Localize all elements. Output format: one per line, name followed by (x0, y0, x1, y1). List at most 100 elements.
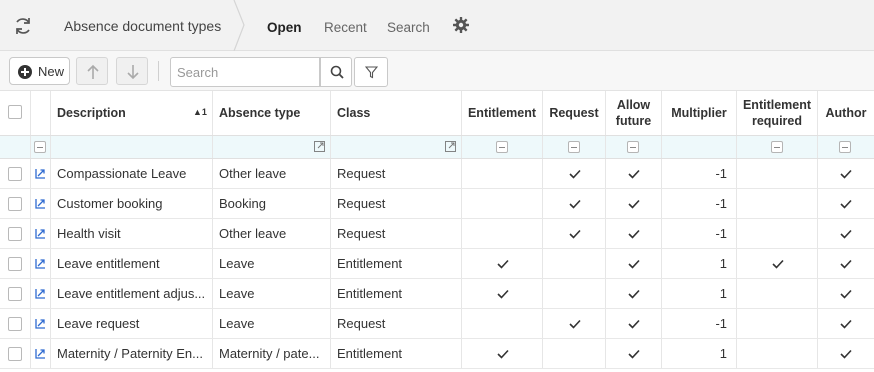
new-button[interactable]: New (9, 57, 70, 85)
cell-class: Request (331, 219, 462, 248)
open-record-icon[interactable] (35, 318, 46, 329)
grid-filter-row (0, 136, 874, 159)
arrow-down-icon (127, 65, 139, 80)
table-row[interactable]: Leave entitlement adjus... Leave Entitleme… (0, 279, 874, 309)
cell-description: Leave entitlement (51, 249, 213, 278)
table-row[interactable]: Leave request Leave Request -1 (0, 309, 874, 339)
column-header-author[interactable]: Author (818, 91, 874, 135)
cell-absence-type: Booking (213, 189, 331, 218)
open-record-icon[interactable] (35, 168, 46, 179)
cell-absence-type: Maternity / pate... (213, 339, 331, 368)
filter-cell-description[interactable] (51, 136, 213, 158)
table-row[interactable]: Leave entitlement Leave Entitlement 1 (0, 249, 874, 279)
cell-class: Entitlement (331, 249, 462, 278)
tab-search[interactable]: Search (387, 20, 430, 35)
lookup-icon[interactable] (445, 141, 456, 152)
cell-allow-future (606, 309, 662, 338)
row-select-checkbox[interactable] (8, 227, 22, 241)
filter-toggle-author[interactable] (839, 141, 851, 153)
cell-request (543, 249, 606, 278)
cell-author (818, 249, 874, 278)
open-record-icon[interactable] (35, 288, 46, 299)
cell-class: Request (331, 309, 462, 338)
cell-entitlement (462, 279, 543, 308)
row-select-checkbox[interactable] (8, 167, 22, 181)
filter-cell-class[interactable] (331, 136, 462, 158)
check-icon (628, 349, 640, 359)
row-select-checkbox[interactable] (8, 257, 22, 271)
check-icon (628, 229, 640, 239)
tab-open[interactable]: Open (267, 20, 302, 35)
column-header-description[interactable]: Description ▲1 (51, 91, 213, 135)
filter-cell-multiplier[interactable] (662, 136, 737, 158)
lookup-icon[interactable] (314, 141, 325, 152)
open-record-icon[interactable] (35, 348, 46, 359)
column-header-allow-future[interactable]: Allow future (606, 91, 662, 135)
cell-multiplier: -1 (662, 189, 737, 218)
search-icon (330, 65, 344, 79)
check-icon (628, 199, 640, 209)
filter-toggle-rows[interactable] (34, 141, 46, 153)
cell-absence-type: Leave (213, 249, 331, 278)
row-select-checkbox[interactable] (8, 287, 22, 301)
open-record-icon[interactable] (35, 198, 46, 209)
column-header-multiplier[interactable]: Multiplier (662, 91, 737, 135)
check-icon (840, 229, 852, 239)
check-icon (497, 349, 509, 359)
cell-absence-type: Leave (213, 279, 331, 308)
table-row[interactable]: Health visit Other leave Request -1 (0, 219, 874, 249)
tab-recent[interactable]: Recent (324, 20, 367, 35)
cell-author (818, 159, 874, 188)
cell-entitlement-required (737, 249, 818, 278)
open-record-icon[interactable] (35, 228, 46, 239)
gear-icon[interactable] (452, 16, 470, 34)
filter-toggle-entitlement[interactable] (496, 141, 508, 153)
check-icon (569, 229, 581, 239)
cell-description: Leave entitlement adjus... (51, 279, 213, 308)
cell-multiplier: -1 (662, 309, 737, 338)
refresh-icon[interactable] (12, 15, 34, 37)
cell-class: Entitlement (331, 339, 462, 368)
filter-button[interactable] (354, 57, 388, 87)
cell-description: Compassionate Leave (51, 159, 213, 188)
cell-absence-type: Other leave (213, 219, 331, 248)
cell-author (818, 279, 874, 308)
select-all-checkbox[interactable] (8, 105, 22, 119)
column-header-entitlement[interactable]: Entitlement (462, 91, 543, 135)
cell-allow-future (606, 159, 662, 188)
table-row[interactable]: Compassionate Leave Other leave Request -1 (0, 159, 874, 189)
row-select-checkbox[interactable] (8, 197, 22, 211)
column-header-class[interactable]: Class (331, 91, 462, 135)
cell-entitlement (462, 219, 543, 248)
move-down-button[interactable] (116, 57, 148, 85)
open-record-icon[interactable] (35, 258, 46, 269)
cell-author (818, 309, 874, 338)
check-icon (628, 319, 640, 329)
cell-allow-future (606, 339, 662, 368)
cell-request (543, 159, 606, 188)
filter-toggle-allow-future[interactable] (627, 141, 639, 153)
column-header-request[interactable]: Request (543, 91, 606, 135)
filter-toggle-entitlement-required[interactable] (771, 141, 783, 153)
column-header-absence-type[interactable]: Absence type (213, 91, 331, 135)
search-button[interactable] (320, 57, 352, 87)
table-row[interactable]: Maternity / Paternity En... Maternity / p… (0, 339, 874, 369)
app-header: Absence document types Open Recent Searc… (0, 0, 874, 51)
search-input[interactable] (170, 57, 320, 87)
column-header-entitlement-required[interactable]: Entitlement required (737, 91, 818, 135)
cell-absence-type: Leave (213, 309, 331, 338)
cell-entitlement-required (737, 339, 818, 368)
table-row[interactable]: Customer booking Booking Request -1 (0, 189, 874, 219)
cell-entitlement-required (737, 159, 818, 188)
filter-cell-absence-type[interactable] (213, 136, 331, 158)
move-up-button[interactable] (76, 57, 108, 85)
filter-toggle-request[interactable] (568, 141, 580, 153)
cell-author (818, 339, 874, 368)
row-select-checkbox[interactable] (8, 347, 22, 361)
sort-ascending-indicator: ▲1 (193, 107, 207, 117)
check-icon (497, 289, 509, 299)
cell-request (543, 339, 606, 368)
cell-class: Entitlement (331, 279, 462, 308)
row-select-checkbox[interactable] (8, 317, 22, 331)
cell-entitlement-required (737, 279, 818, 308)
